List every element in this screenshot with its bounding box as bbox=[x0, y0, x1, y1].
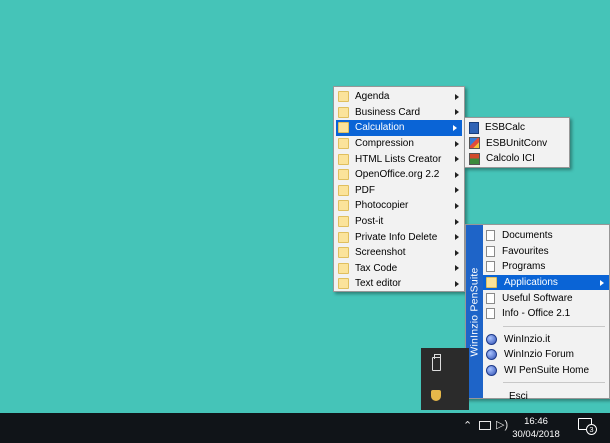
folder-icon bbox=[338, 247, 349, 259]
globe-icon bbox=[486, 365, 497, 377]
submenu-arrow-icon bbox=[455, 187, 459, 194]
folder-icon bbox=[338, 138, 349, 150]
submenu-arrow-icon bbox=[600, 279, 604, 286]
submenu-arrow-icon bbox=[455, 249, 459, 256]
menu-item-tax-code[interactable]: Tax Code bbox=[334, 261, 464, 277]
submenu-arrow-icon bbox=[455, 156, 459, 163]
document-icon bbox=[486, 230, 495, 242]
menu-item-wininzio-it[interactable]: WinInzio.it bbox=[483, 332, 609, 348]
clock-date: 30/04/2018 bbox=[512, 429, 560, 440]
menu-item-wininzio-forum[interactable]: WinInzio Forum bbox=[483, 347, 609, 363]
globe-icon bbox=[486, 333, 497, 345]
folder-icon bbox=[338, 200, 349, 212]
applications-menu: Agenda Business Card Calculation Compres… bbox=[333, 86, 465, 292]
menu-item-esci[interactable]: Esci bbox=[483, 388, 609, 404]
wininzio-menu: WinInzio PenSuite Documents Favourites P… bbox=[465, 224, 610, 402]
usb-drive-icon[interactable] bbox=[432, 354, 441, 371]
submenu-arrow-icon bbox=[455, 171, 459, 178]
menu-item-compression[interactable]: Compression bbox=[334, 136, 464, 152]
menu-item-favourites[interactable]: Favourites bbox=[483, 244, 609, 260]
folder-icon bbox=[338, 106, 349, 118]
menu-item-openoffice[interactable]: OpenOffice.org 2.2 bbox=[334, 167, 464, 183]
clock-time: 16:46 bbox=[524, 416, 548, 427]
document-icon bbox=[486, 292, 495, 304]
menu-item-photocopier[interactable]: Photocopier bbox=[334, 198, 464, 214]
document-icon bbox=[486, 245, 495, 257]
notification-count-badge: 3 bbox=[586, 424, 597, 435]
menu-item-agenda[interactable]: Agenda bbox=[334, 89, 464, 105]
submenu-arrow-icon bbox=[455, 109, 459, 116]
document-icon bbox=[486, 308, 495, 320]
menu-item-screenshot[interactable]: Screenshot bbox=[334, 245, 464, 261]
submenu-arrow-icon bbox=[455, 93, 459, 100]
menu-item-post-it[interactable]: Post-it bbox=[334, 214, 464, 230]
submenu-arrow-icon bbox=[455, 202, 459, 209]
calculator-icon bbox=[469, 121, 479, 134]
folder-icon bbox=[338, 153, 349, 165]
menu-item-esbcalc[interactable]: ESBCalc bbox=[465, 120, 569, 136]
menu-item-private-info-delete[interactable]: Private Info Delete bbox=[334, 229, 464, 245]
folder-icon bbox=[486, 277, 497, 289]
folder-icon bbox=[338, 231, 349, 243]
menu-item-wi-pensuite-home[interactable]: WI PenSuite Home bbox=[483, 363, 609, 379]
menu-item-pdf[interactable]: PDF bbox=[334, 183, 464, 199]
globe-icon bbox=[486, 349, 497, 361]
unit-converter-icon bbox=[469, 137, 480, 150]
tax-calculator-icon bbox=[469, 152, 480, 165]
menu-separator bbox=[503, 382, 605, 384]
chevron-up-icon[interactable]: ⌃ bbox=[463, 420, 472, 432]
menu-item-calcolo-ici[interactable]: Calcolo ICI bbox=[465, 151, 569, 167]
submenu-arrow-icon bbox=[455, 265, 459, 272]
calculation-submenu: ESBCalc ESBUnitConv Calcolo ICI bbox=[464, 117, 570, 168]
menu-item-esbunitconv[interactable]: ESBUnitConv bbox=[465, 136, 569, 152]
menu-item-html-lists-creator[interactable]: HTML Lists Creator bbox=[334, 151, 464, 167]
folder-icon bbox=[338, 169, 349, 181]
submenu-arrow-icon bbox=[455, 280, 459, 287]
menu-item-useful-software[interactable]: Useful Software bbox=[483, 290, 609, 306]
menu-item-business-card[interactable]: Business Card bbox=[334, 105, 464, 121]
system-clock[interactable]: 16:46 30/04/2018 bbox=[506, 415, 566, 441]
submenu-arrow-icon bbox=[453, 124, 457, 131]
folder-icon bbox=[338, 122, 349, 134]
shield-icon[interactable] bbox=[431, 390, 441, 401]
menu-item-text-editor[interactable]: Text editor bbox=[334, 276, 464, 292]
tray-overflow-popup bbox=[421, 348, 469, 410]
menu-item-calculation[interactable]: Calculation bbox=[336, 120, 462, 136]
folder-icon bbox=[338, 216, 349, 228]
folder-icon bbox=[338, 278, 349, 290]
menu-separator bbox=[503, 325, 605, 327]
band-label: WinInzio PenSuite bbox=[468, 266, 481, 357]
submenu-arrow-icon bbox=[455, 234, 459, 241]
menu-item-documents[interactable]: Documents bbox=[483, 228, 609, 244]
folder-icon bbox=[338, 91, 349, 103]
submenu-arrow-icon bbox=[455, 140, 459, 147]
folder-icon bbox=[338, 184, 349, 196]
menu-item-applications[interactable]: Applications bbox=[483, 274, 609, 291]
menu-item-info-office[interactable]: Info - Office 2.1 bbox=[483, 306, 609, 322]
folder-icon bbox=[338, 262, 349, 274]
menu-item-programs[interactable]: Programs bbox=[483, 259, 609, 275]
network-icon[interactable] bbox=[479, 421, 491, 430]
document-icon bbox=[486, 261, 495, 273]
submenu-arrow-icon bbox=[455, 218, 459, 225]
